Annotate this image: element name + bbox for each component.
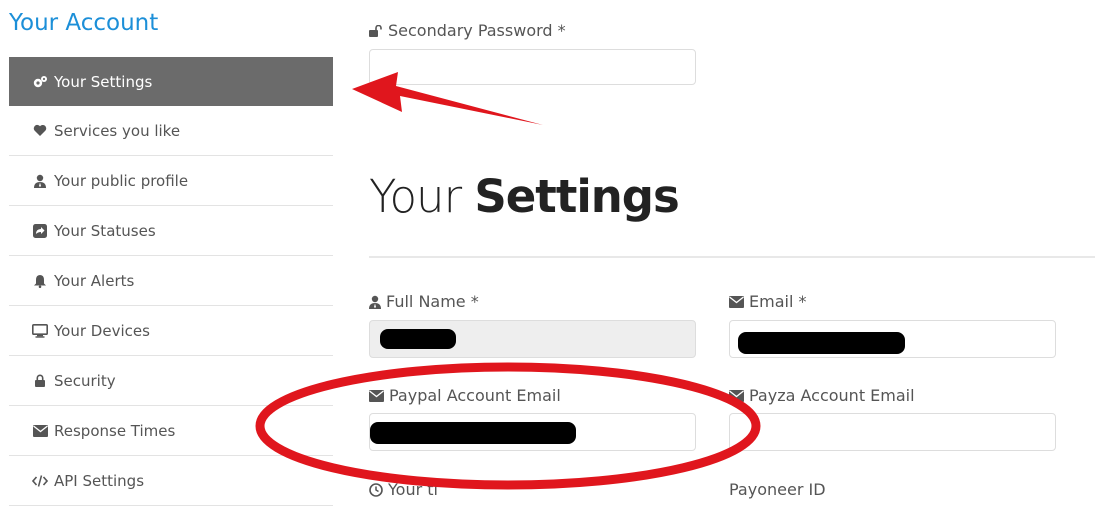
envelope-icon [369, 389, 384, 402]
payoneer-id-label: Payoneer ID [729, 480, 826, 499]
sidebar-item-label: Response Times [54, 421, 176, 440]
redaction-bar [370, 422, 576, 444]
gears-icon [32, 74, 48, 90]
email-input[interactable] [729, 320, 1056, 358]
clock-icon [369, 482, 383, 497]
envelope-icon [729, 295, 744, 308]
sidebar-item-your-statuses[interactable]: Your Statuses [9, 206, 333, 256]
sidebar-item-label: Security [54, 371, 116, 390]
paypal-email-input[interactable] [369, 413, 696, 451]
secondary-password-input[interactable] [369, 49, 696, 85]
page-title: Your Settings [369, 170, 680, 223]
code-icon [32, 473, 48, 489]
redaction-bar [738, 332, 905, 354]
time-label: Your ti [369, 480, 438, 499]
payza-email-input[interactable] [729, 413, 1056, 451]
sidebar-item-your-public-profile[interactable]: Your public profile [9, 156, 333, 206]
sidebar-item-label: Your Alerts [54, 271, 135, 290]
envelope-icon [729, 389, 744, 402]
settings-form: Secondary Password * Your Settings Full … [369, 0, 1095, 507]
redaction-bar [380, 329, 456, 349]
user-tie-icon [32, 173, 48, 189]
sidebar-item-label: Your Devices [54, 321, 150, 340]
sidebar-item-label: Services you like [54, 121, 181, 140]
sidebar-item-label: API Settings [54, 471, 145, 490]
sidebar-item-your-alerts[interactable]: Your Alerts [9, 256, 333, 306]
bell-icon [32, 273, 48, 289]
envelope-icon [32, 423, 48, 439]
sidebar-item-your-settings[interactable]: Your Settings [9, 57, 333, 106]
lock-icon [32, 373, 48, 389]
sidebar-item-label: Your Statuses [54, 221, 156, 240]
sidebar-item-label: Your Settings [54, 72, 153, 91]
sidebar-menu: Your Settings Services you like Your pub… [9, 57, 333, 506]
sidebar-item-your-devices[interactable]: Your Devices [9, 306, 333, 356]
monitor-icon [32, 323, 48, 339]
full-name-input[interactable] [369, 320, 696, 358]
payza-email-label: Payza Account Email [729, 386, 915, 405]
sidebar-item-services-you-like[interactable]: Services you like [9, 106, 333, 156]
sidebar-item-security[interactable]: Security [9, 356, 333, 406]
secondary-password-label: Secondary Password * [369, 21, 566, 40]
divider [369, 256, 1095, 258]
unlock-icon [369, 24, 383, 37]
sidebar-item-label: Your public profile [54, 171, 189, 190]
share-icon [32, 223, 48, 239]
email-label: Email * [729, 292, 806, 311]
paypal-email-label: Paypal Account Email [369, 386, 561, 405]
sidebar-item-api-settings[interactable]: API Settings [9, 456, 333, 506]
sidebar-item-response-times[interactable]: Response Times [9, 406, 333, 456]
full-name-label: Full Name * [369, 292, 479, 311]
sidebar-title: Your Account [9, 10, 159, 36]
user-tie-icon [369, 295, 381, 309]
heart-icon [32, 123, 48, 139]
